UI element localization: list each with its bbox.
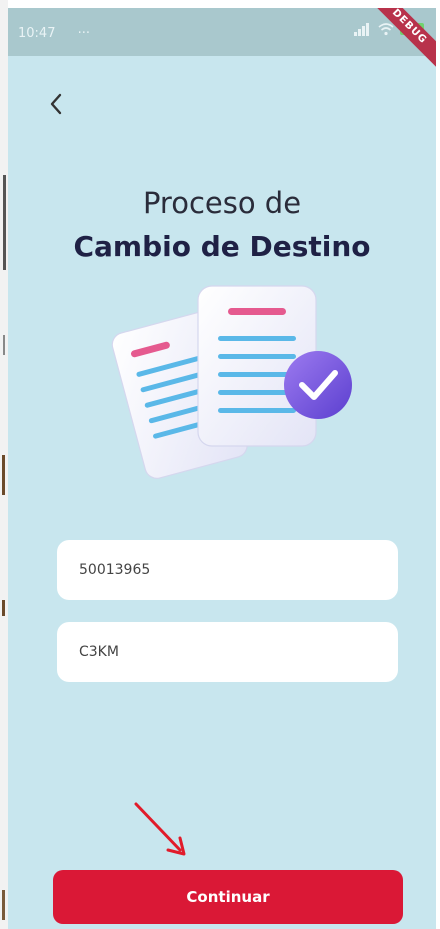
back-button[interactable] (38, 86, 74, 122)
status-time-text: 10:47 (18, 26, 56, 41)
edge-mark (2, 890, 5, 920)
app-screen: 10:47 ··· DEBUG Proceso de Cambio de Des… (8, 8, 436, 929)
edge-mark (3, 175, 6, 270)
left-edge-strip (0, 0, 8, 929)
red-arrow-annotation (134, 802, 186, 856)
documents-check-illustration (111, 285, 352, 479)
debug-banner: DEBUG (363, 8, 436, 73)
destination-code-value: C3KM (79, 644, 119, 660)
continue-button[interactable]: Continuar (53, 870, 403, 924)
destination-code-field[interactable]: C3KM (57, 622, 398, 682)
status-extra-text: ··· (77, 26, 91, 41)
signal-icon (354, 22, 372, 36)
shipment-number-value: 50013965 (79, 562, 151, 578)
shipment-number-field[interactable]: 50013965 (57, 540, 398, 600)
edge-mark (2, 455, 5, 495)
wifi-icon (378, 23, 394, 36)
page-title-line2: Cambio de Destino (73, 230, 371, 263)
page-title-line1: Proceso de (142, 186, 302, 220)
edge-mark (3, 335, 5, 355)
status-time: 10:47 ··· (18, 26, 90, 41)
status-bar: 10:47 ··· DEBUG (8, 8, 436, 73)
continue-button-label: Continuar (186, 888, 270, 906)
edge-mark (2, 600, 5, 616)
chevron-left-icon (50, 93, 62, 115)
